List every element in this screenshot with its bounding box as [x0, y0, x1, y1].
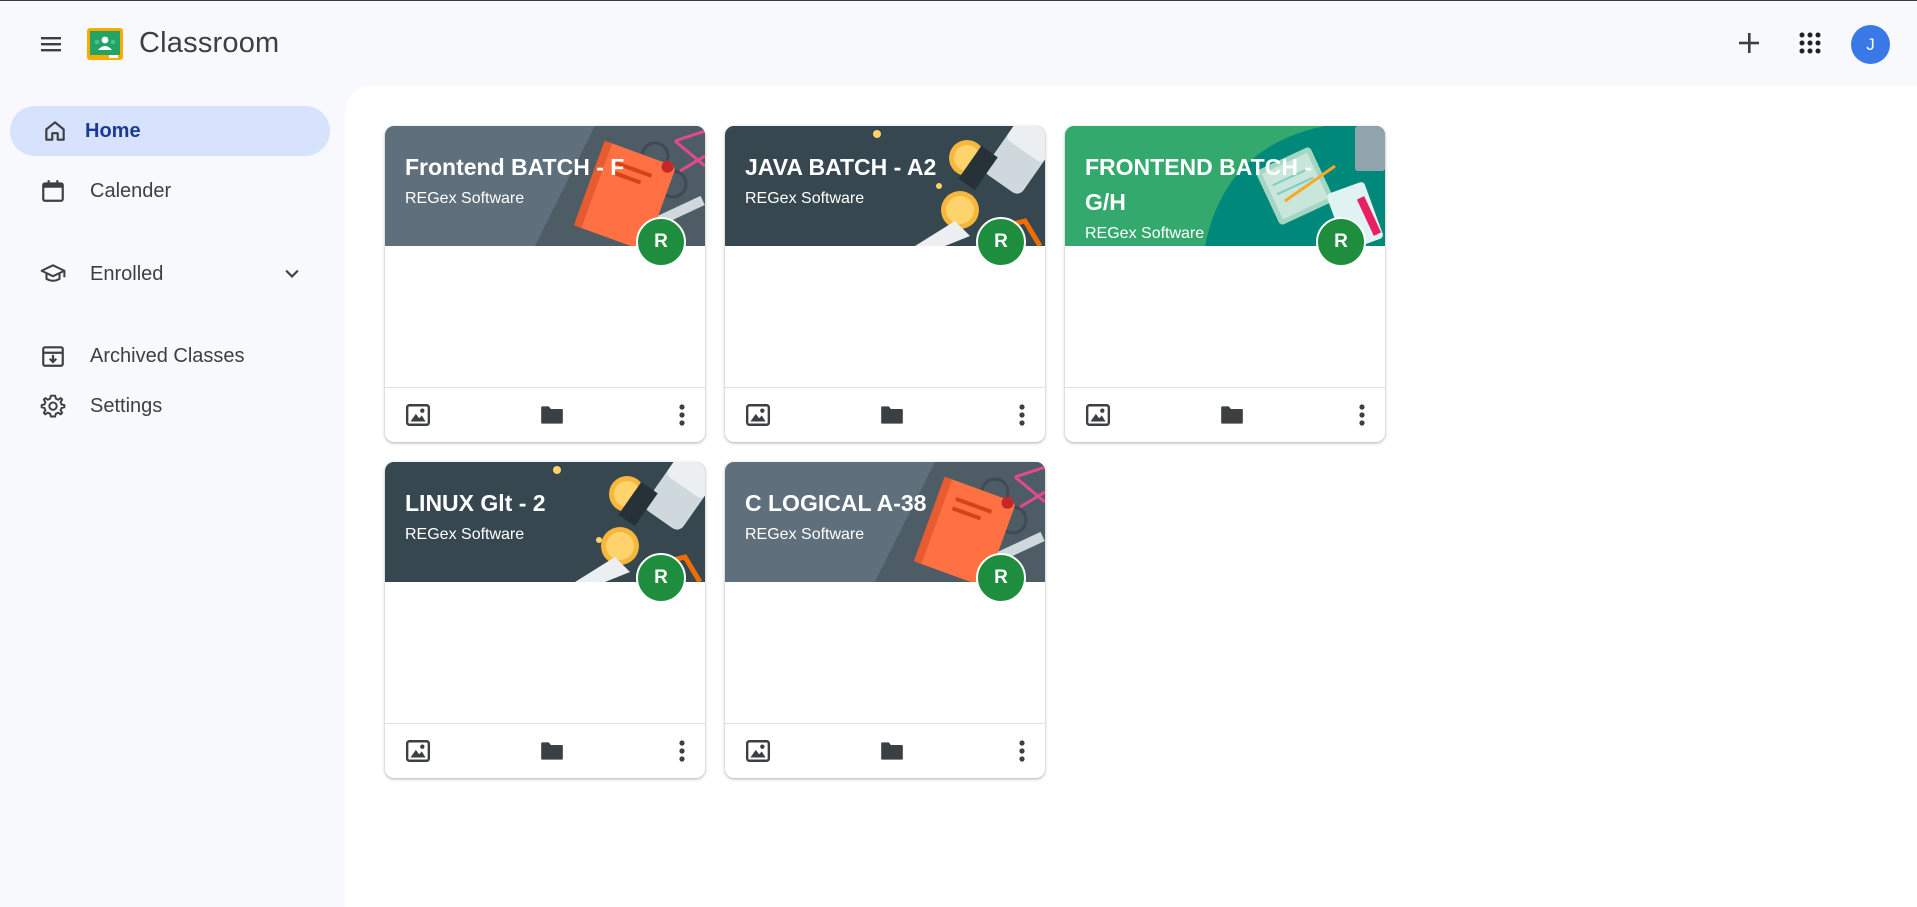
hamburger-menu-icon — [39, 32, 63, 61]
class-card: FRONTEND BATCH - G/H REGex Software R — [1065, 126, 1385, 442]
class-card-footer — [725, 387, 1045, 442]
chevron-down-icon[interactable] — [280, 262, 304, 286]
class-section: REGex Software — [405, 526, 525, 543]
class-card: C LOGICAL A-38 REGex Software R — [725, 462, 1045, 778]
image-icon[interactable] — [1083, 400, 1113, 430]
sidebar-item-enrolled[interactable]: Enrolled — [10, 249, 330, 299]
app-header: Classroom J — [0, 1, 1917, 87]
sidebar-item-settings[interactable]: Settings — [10, 381, 330, 431]
sidebar-item-label: Calender — [90, 179, 172, 202]
create-join-class-button[interactable] — [1728, 24, 1770, 66]
account-avatar[interactable]: J — [1851, 25, 1890, 64]
image-icon[interactable] — [403, 736, 433, 766]
class-section: REGex Software — [1085, 225, 1205, 242]
sidebar-item-calender[interactable]: Calender — [10, 166, 330, 216]
image-icon[interactable] — [743, 736, 773, 766]
classroom-logo-icon[interactable] — [87, 28, 123, 60]
class-title[interactable]: JAVA BATCH - A2 — [745, 150, 985, 185]
calendar-icon — [40, 178, 66, 204]
teacher-avatar[interactable]: R — [976, 217, 1026, 267]
class-card-footer — [1065, 387, 1385, 442]
home-icon — [42, 118, 68, 144]
school-cap-icon — [40, 261, 66, 287]
sidebar-item-home[interactable]: Home — [10, 106, 330, 156]
sidebar-item-label: Archived Classes — [90, 344, 245, 367]
class-title[interactable]: FRONTEND BATCH - G/H — [1085, 150, 1325, 220]
class-card-footer — [385, 723, 705, 778]
plus-icon — [1737, 31, 1761, 60]
class-card: Frontend BATCH - F REGex Software R — [385, 126, 705, 442]
image-icon[interactable] — [403, 400, 433, 430]
more-options-icon[interactable] — [667, 736, 697, 766]
class-card: JAVA BATCH - A2 REGex Software R — [725, 126, 1045, 442]
google-apps-button[interactable] — [1789, 24, 1831, 66]
folder-icon[interactable] — [537, 736, 567, 766]
more-options-icon[interactable] — [1007, 736, 1037, 766]
more-options-icon[interactable] — [1007, 400, 1037, 430]
sidebar-item-label: Enrolled — [90, 262, 164, 285]
teacher-avatar[interactable]: R — [636, 553, 686, 603]
folder-icon[interactable] — [877, 736, 907, 766]
main-menu-button[interactable] — [30, 25, 72, 67]
folder-icon[interactable] — [537, 400, 567, 430]
apps-grid-icon — [1798, 31, 1822, 60]
app-title[interactable]: Classroom — [139, 27, 279, 60]
more-options-icon[interactable] — [667, 400, 697, 430]
gear-icon — [40, 393, 66, 419]
class-title[interactable]: LINUX Glt - 2 — [405, 486, 645, 521]
class-section: REGex Software — [745, 190, 865, 207]
sidebar-item-archived-classes[interactable]: Archived Classes — [10, 331, 330, 381]
class-title[interactable]: C LOGICAL A-38 — [745, 486, 985, 521]
archive-icon — [40, 343, 66, 369]
class-card-footer — [725, 723, 1045, 778]
class-card-footer — [385, 387, 705, 442]
folder-icon[interactable] — [1217, 400, 1247, 430]
class-card: LINUX Glt - 2 REGex Software R — [385, 462, 705, 778]
image-icon[interactable] — [743, 400, 773, 430]
folder-icon[interactable] — [877, 400, 907, 430]
class-section: REGex Software — [745, 526, 865, 543]
more-options-icon[interactable] — [1347, 400, 1377, 430]
teacher-avatar[interactable]: R — [976, 553, 1026, 603]
sidebar: Home Calender Enrolled Archived Classes … — [0, 87, 340, 907]
class-section: REGex Software — [405, 190, 525, 207]
teacher-avatar[interactable]: R — [636, 217, 686, 267]
class-title[interactable]: Frontend BATCH - F — [405, 150, 645, 185]
sidebar-item-label: Home — [85, 119, 141, 142]
sidebar-item-label: Settings — [90, 394, 163, 417]
teacher-avatar[interactable]: R — [1316, 217, 1366, 267]
